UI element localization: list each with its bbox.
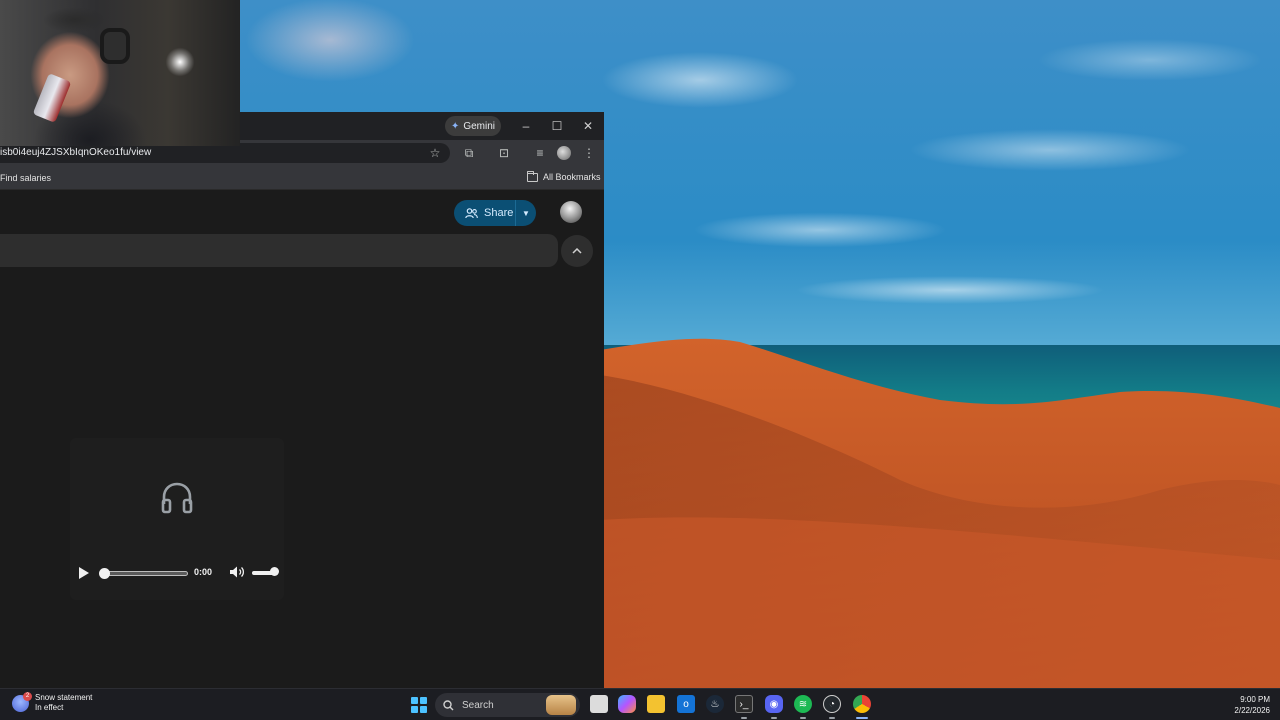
webcam-headphones [100,28,130,64]
outlook-icon[interactable]: o [677,695,695,713]
taskbar-search-placeholder: Search [462,699,494,711]
steam-icon[interactable]: ♨ [706,695,724,713]
address-bar-url: isb0i4euj4ZJSXbIqnOKeo1fu/view [0,147,152,158]
taskbar-search[interactable]: Search [435,693,580,717]
spotify-running-indicator [800,717,806,719]
all-bookmarks-button[interactable]: All Bookmarks [527,170,601,182]
bookmark-star-icon[interactable]: ☆ [426,144,444,162]
address-bar[interactable]: isb0i4euj4ZJSXbIqnOKeo1fu/view [0,143,450,163]
weather-subtitle: In effect [35,703,64,712]
profile-avatar-icon[interactable] [557,146,571,160]
bookmarks-bar: Find salaries All Bookmarks [0,166,604,190]
share-options-caret-icon[interactable]: ▼ [516,209,536,218]
play-icon[interactable] [78,566,90,580]
browser-window: ✦ Gemini – ☐ ✕ isb0i4euj4ZJSXbIqnOKeo1fu… [0,112,604,688]
media-control-icon[interactable]: ≡ [531,144,549,162]
task-view-icon[interactable] [590,695,608,713]
volume-icon[interactable] [229,565,245,579]
seek-slider[interactable] [99,568,188,579]
preview-header-bar [0,234,558,267]
spotify-icon[interactable]: ≋ [794,695,812,713]
weather-alert-icon: 2 [12,691,32,712]
account-avatar[interactable] [560,201,582,223]
browser-menu-icon[interactable]: ⋮ [580,144,598,162]
search-highlight-image [546,695,576,715]
discord-running-indicator [771,717,777,719]
chrome-icon[interactable] [853,695,871,713]
bookmark-find-salaries[interactable]: Find salaries [0,173,51,183]
file-explorer-icon[interactable] [647,695,665,713]
gemini-label: Gemini [463,120,496,132]
terminal-running-indicator [741,717,747,719]
share-label: Share [484,207,514,219]
share-button[interactable]: Share [454,200,516,226]
volume-handle[interactable] [270,567,279,576]
extensions-icon[interactable]: ⧉ [460,144,478,162]
minimize-button[interactable]: – [511,116,541,136]
maximize-button[interactable]: ☐ [542,116,572,136]
webcam-can [32,73,72,123]
share-button-group: Share ▼ [454,200,536,226]
audio-player: 0:00 [70,438,284,600]
seek-handle[interactable] [99,568,110,579]
gemini-icon: ✦ [450,120,460,132]
clock-time: 9:00 PM [1240,695,1270,704]
weather-badge: 2 [23,691,32,701]
weather-widget[interactable]: 2 Snow statement In effect [12,691,93,713]
weather-title: Snow statement [35,693,93,702]
all-bookmarks-label: All Bookmarks [543,172,601,182]
github-running-indicator [829,717,835,719]
github-icon[interactable]: ◔ [823,695,841,713]
webcam-overlay [0,0,240,146]
terminal-icon[interactable]: ›_ [735,695,753,713]
close-button[interactable]: ✕ [573,116,603,136]
chevron-up-icon[interactable] [561,235,593,267]
chrome-active-indicator [856,717,868,719]
start-icon[interactable] [411,697,427,713]
discord-icon[interactable]: ◉ [765,695,783,713]
search-icon [443,699,454,710]
people-icon [465,207,478,218]
drive-preview-page: Share ▼ 0:00 [0,190,604,688]
copilot-icon[interactable] [618,695,636,713]
playback-time: 0:00 [194,567,213,577]
folder-icon [527,170,538,182]
gemini-button[interactable]: ✦ Gemini [445,116,501,136]
headphones-icon [161,482,193,514]
screenshot-search-icon[interactable]: ⊡ [495,144,513,162]
taskbar: 2 Snow statement In effect Search o ♨ ›_… [0,688,1280,720]
system-clock[interactable]: 9:00 PM 2/22/2026 [1222,694,1270,716]
clock-date: 2/22/2026 [1234,706,1270,715]
